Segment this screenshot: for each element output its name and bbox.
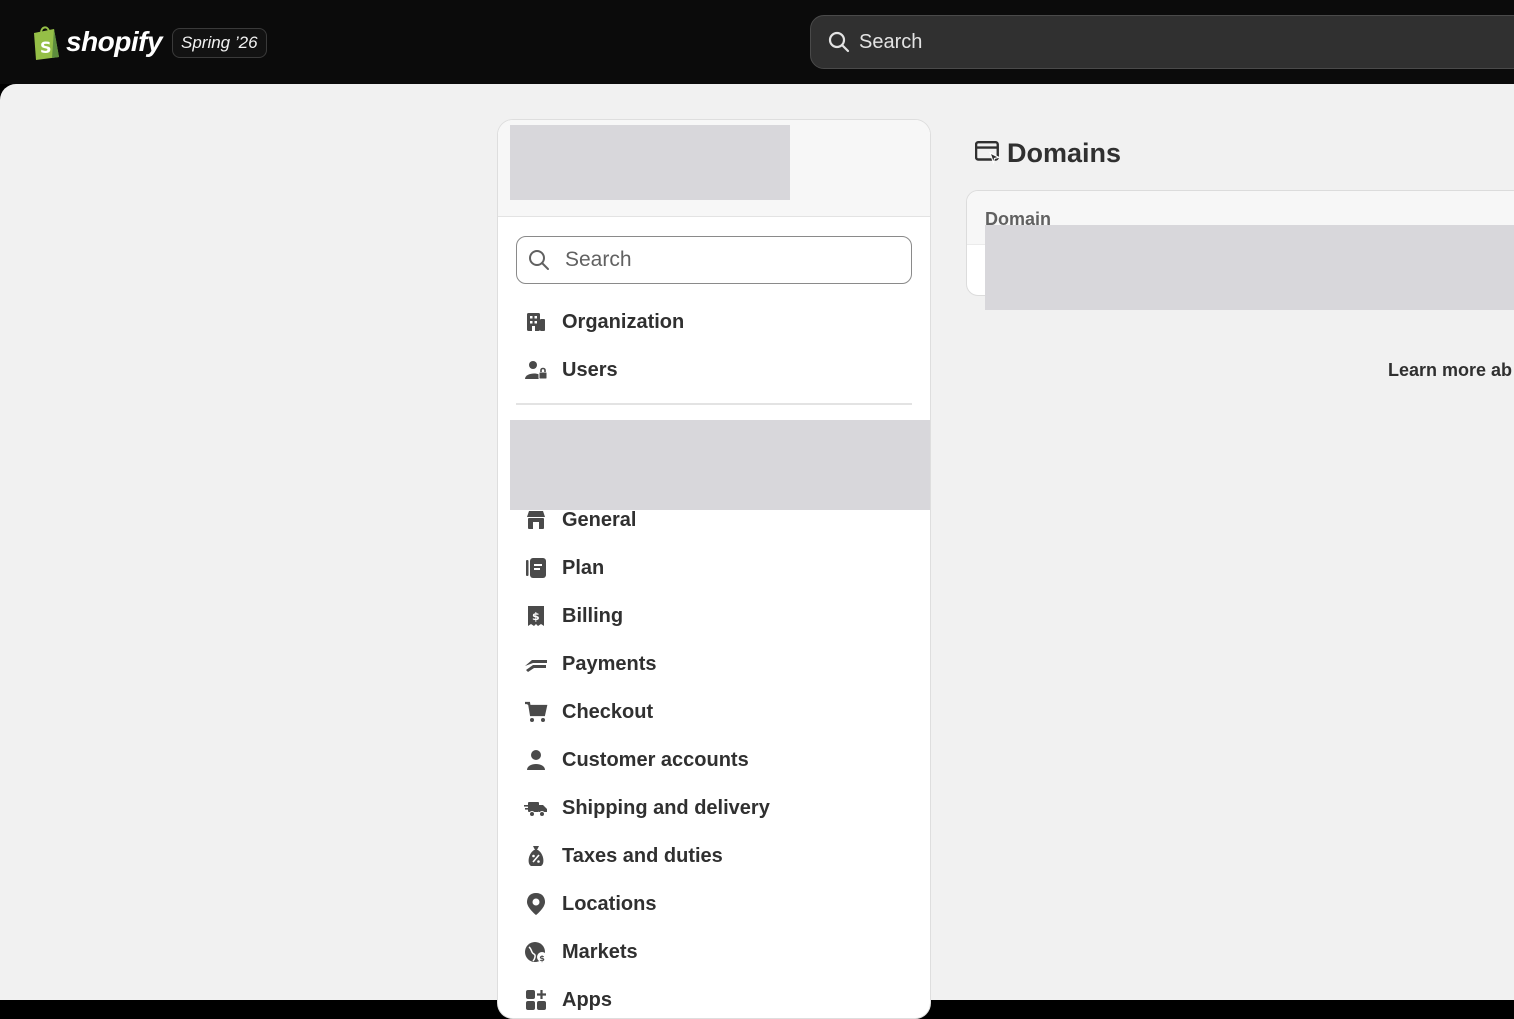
nav-item-payments[interactable]: Payments bbox=[524, 646, 657, 682]
global-search-placeholder: Search bbox=[859, 30, 923, 53]
nav-label-customer-accounts: Customer accounts bbox=[562, 748, 749, 771]
nav-item-locations[interactable]: Locations bbox=[524, 886, 656, 922]
apps-icon bbox=[526, 990, 546, 1010]
nav-item-organization[interactable]: Organization bbox=[524, 304, 684, 340]
location-pin-icon bbox=[527, 893, 545, 915]
search-icon bbox=[529, 250, 549, 270]
nav-item-customer-accounts[interactable]: Customer accounts bbox=[524, 742, 749, 778]
building-icon bbox=[527, 313, 545, 331]
settings-search-input[interactable]: Search bbox=[516, 236, 912, 284]
store-header bbox=[498, 120, 930, 217]
redacted-store-name bbox=[510, 125, 790, 200]
page-title-text: Domains bbox=[1007, 137, 1122, 168]
nav-label-shipping: Shipping and delivery bbox=[562, 796, 770, 819]
users-lock-icon bbox=[525, 361, 548, 380]
section-divider bbox=[516, 403, 912, 405]
nav-label-apps: Apps bbox=[562, 988, 612, 1011]
nav-label-billing: Billing bbox=[562, 604, 624, 627]
nav-label-payments: Payments bbox=[562, 652, 657, 675]
nav-item-apps[interactable]: Apps bbox=[524, 982, 612, 1018]
delivery-truck-icon bbox=[524, 802, 547, 817]
tax-bag-icon bbox=[528, 846, 544, 866]
learn-more-link[interactable]: Learn more ab bbox=[1388, 360, 1512, 381]
nav-label-checkout: Checkout bbox=[562, 700, 654, 723]
store-icon bbox=[527, 511, 545, 529]
svg-text:S: S bbox=[40, 38, 52, 57]
domains-icon bbox=[975, 140, 1001, 165]
nav-item-plan[interactable]: Plan bbox=[524, 550, 604, 586]
settings-nav-panel: Search Organization Users General Plan $… bbox=[497, 119, 931, 1019]
svg-text:$: $ bbox=[539, 954, 545, 963]
redacted-store-section-header bbox=[510, 420, 930, 510]
settings-search-placeholder: Search bbox=[565, 248, 632, 271]
edition-badge[interactable]: Spring ’26 bbox=[172, 28, 267, 58]
nav-item-general[interactable]: General bbox=[524, 502, 636, 538]
nav-item-shipping[interactable]: Shipping and delivery bbox=[524, 790, 770, 826]
nav-item-users[interactable]: Users bbox=[524, 352, 618, 388]
redacted-domain-row bbox=[985, 225, 1514, 310]
cart-icon bbox=[525, 701, 548, 722]
nav-label-organization: Organization bbox=[562, 310, 685, 333]
payments-icon bbox=[525, 660, 547, 672]
nav-label-general: General bbox=[562, 508, 637, 531]
plan-icon bbox=[526, 558, 546, 578]
billing-receipt-icon: $ bbox=[528, 606, 544, 626]
global-search-bar[interactable]: Search bbox=[810, 15, 1514, 69]
shopify-logo[interactable]: S shopify bbox=[30, 22, 163, 62]
nav-label-plan: Plan bbox=[562, 556, 605, 579]
nav-item-taxes[interactable]: Taxes and duties bbox=[524, 838, 723, 874]
nav-item-billing[interactable]: $ Billing bbox=[524, 598, 623, 634]
person-icon bbox=[527, 750, 545, 770]
top-bar: S shopify Spring ’26 Search bbox=[0, 0, 1514, 84]
nav-label-locations: Locations bbox=[562, 892, 657, 915]
logo-text: shopify bbox=[66, 26, 163, 57]
nav-label-taxes: Taxes and duties bbox=[562, 844, 723, 867]
nav-label-users: Users bbox=[562, 358, 618, 381]
main-area: Search Organization Users General Plan $… bbox=[0, 84, 1514, 1019]
nav-item-checkout[interactable]: Checkout bbox=[524, 694, 653, 730]
shopify-bag-icon: S bbox=[34, 26, 59, 60]
nav-item-markets[interactable]: $ Markets bbox=[524, 934, 638, 970]
search-icon bbox=[828, 31, 850, 53]
svg-text:$: $ bbox=[532, 610, 540, 623]
page-title: Domains bbox=[975, 134, 1121, 172]
nav-label-markets: Markets bbox=[562, 940, 638, 963]
globe-icon: $ bbox=[525, 942, 547, 963]
